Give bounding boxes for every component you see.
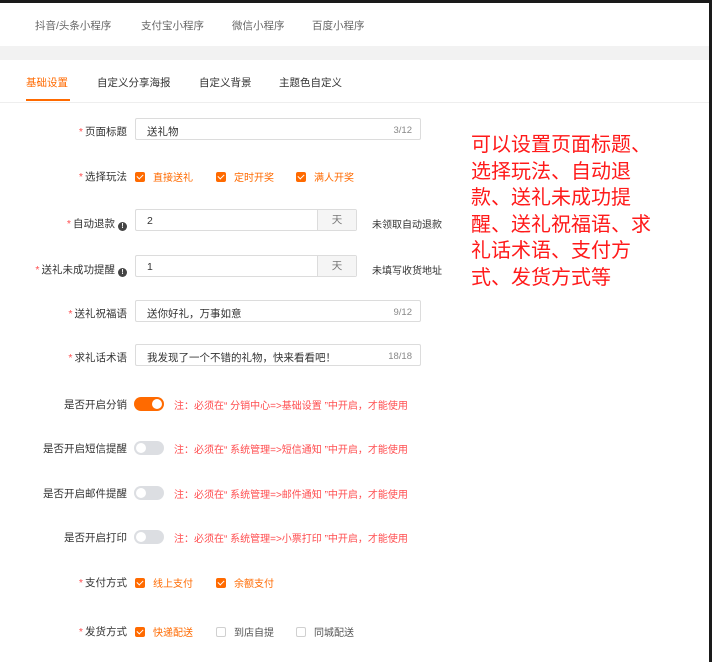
page-title-input[interactable]: 送礼物 3/12 — [135, 118, 421, 140]
request-text-label: * 求礼话术语 — [68, 352, 127, 364]
tab-custom-background[interactable]: 自定义背景 — [199, 75, 252, 90]
page-title-label: * 页面标题 — [78, 126, 127, 138]
distribution-note: 注：必须在“ 分销中心=>基础设置 ”中开启，才能使用 — [174, 401, 408, 412]
tab-douyin-toutiao[interactable]: 抖音/头条小程序 — [35, 18, 111, 33]
annotation-line: 选择玩法、自动退 — [471, 158, 631, 183]
switch-knob — [136, 532, 146, 542]
distribution-toggle-label: 是否开启分销 — [64, 399, 127, 411]
print-toggle-label: 是否开启打印 — [64, 532, 127, 544]
checkbox-checked-icon — [135, 577, 145, 588]
print-note: 注：必须在“ 系统管理=>小票打印 ”中开启，才能使用 — [174, 534, 408, 545]
fail-reminder-label: * 送礼未成功提醒! — [35, 262, 127, 277]
switch-knob — [136, 443, 146, 453]
delivery-local-checkbox[interactable]: 同城配送 — [296, 624, 354, 639]
tab-basic-settings[interactable]: 基础设置 — [26, 75, 68, 90]
info-icon[interactable]: ! — [118, 268, 127, 277]
play-mode-label: * 选择玩法 — [78, 171, 127, 183]
auto-refund-unit: 天 — [317, 210, 356, 230]
page-title-value: 送礼物 — [147, 126, 179, 138]
request-text-counter: 18/18 — [388, 351, 412, 362]
settings-tabs: 基础设置 自定义分享海报 自定义背景 主题色自定义 — [0, 60, 709, 103]
delivery-express-checkbox[interactable]: 快递配送 — [135, 624, 193, 639]
email-switch[interactable] — [134, 486, 164, 500]
play-mode-direct-checkbox[interactable]: 直接送礼 — [135, 169, 193, 184]
blessing-input[interactable]: 送你好礼，万事如意 9/12 — [135, 300, 421, 322]
blessing-counter: 9/12 — [393, 307, 413, 318]
feature-annotation: 可以设置页面标题、 选择玩法、自动退 款、送礼未成功提 醒、送礼祝福语、求 礼话… — [471, 131, 696, 290]
tab-theme-color[interactable]: 主题色自定义 — [279, 75, 342, 90]
auto-refund-input[interactable]: 2 天 — [135, 209, 357, 231]
checkbox-unchecked-icon — [296, 626, 306, 637]
sms-toggle-label: 是否开启短信提醒 — [43, 443, 127, 455]
sms-note: 注：必须在“ 系统管理=>短信通知 ”中开启，才能使用 — [174, 445, 408, 456]
play-mode-timed-checkbox[interactable]: 定时开奖 — [216, 169, 274, 184]
section-divider — [0, 46, 709, 60]
checkbox-checked-icon — [216, 171, 226, 182]
print-switch[interactable] — [134, 530, 164, 544]
fail-reminder-hint: 未填写收货地址 — [372, 266, 442, 277]
payment-online-checkbox[interactable]: 线上支付 — [135, 575, 193, 590]
blessing-label: * 送礼祝福语 — [68, 308, 127, 320]
auto-refund-value: 2 — [147, 215, 153, 227]
page-title-counter: 3/12 — [393, 125, 413, 136]
request-text-input[interactable]: 我发现了一个不错的礼物，快来看看吧！ 18/18 — [135, 344, 421, 366]
delivery-label: * 发货方式 — [78, 626, 127, 638]
annotation-line: 礼话术语、支付方 — [471, 238, 631, 262]
tab-alipay[interactable]: 支付宝小程序 — [141, 18, 204, 33]
tab-share-poster[interactable]: 自定义分享海报 — [97, 75, 171, 90]
payment-label: * 支付方式 — [78, 577, 127, 589]
tab-wechat[interactable]: 微信小程序 — [232, 18, 285, 33]
email-note: 注：必须在“ 系统管理=>邮件通知 ”中开启，才能使用 — [174, 490, 408, 501]
payment-balance-checkbox[interactable]: 余额支付 — [216, 575, 274, 590]
play-mode-full-checkbox[interactable]: 满人开奖 — [296, 169, 354, 184]
fail-reminder-unit: 天 — [317, 256, 356, 276]
annotation-line: 款、送礼未成功提 — [471, 185, 631, 209]
annotation-line: 可以设置页面标题、 — [471, 132, 651, 156]
request-text-value: 我发现了一个不错的礼物，快来看看吧！ — [147, 352, 336, 364]
checkbox-checked-icon — [135, 626, 145, 637]
checkbox-checked-icon — [296, 171, 306, 182]
auto-refund-hint: 未领取自动退款 — [372, 220, 442, 231]
info-icon[interactable]: ! — [118, 222, 127, 231]
distribution-switch[interactable] — [134, 397, 164, 411]
active-tab-indicator — [26, 99, 70, 101]
fail-reminder-value: 1 — [147, 261, 153, 273]
platform-tabs: 抖音/头条小程序 支付宝小程序 微信小程序 百度小程序 — [0, 3, 709, 46]
switch-knob — [136, 488, 146, 498]
annotation-line: 式、发货方式等 — [471, 264, 611, 289]
fail-reminder-input[interactable]: 1 天 — [135, 255, 357, 277]
auto-refund-label: * 自动退款! — [67, 216, 127, 231]
checkbox-checked-icon — [135, 171, 145, 182]
tab-baidu[interactable]: 百度小程序 — [312, 18, 365, 33]
checkbox-checked-icon — [216, 577, 226, 588]
blessing-value: 送你好礼，万事如意 — [147, 308, 242, 320]
delivery-pickup-checkbox[interactable]: 到店自提 — [216, 624, 274, 639]
annotation-line: 醒、送礼祝福语、求 — [471, 211, 651, 236]
checkbox-unchecked-icon — [216, 626, 226, 637]
sms-switch[interactable] — [134, 441, 164, 455]
email-toggle-label: 是否开启邮件提醒 — [43, 488, 127, 500]
switch-knob — [152, 399, 162, 409]
